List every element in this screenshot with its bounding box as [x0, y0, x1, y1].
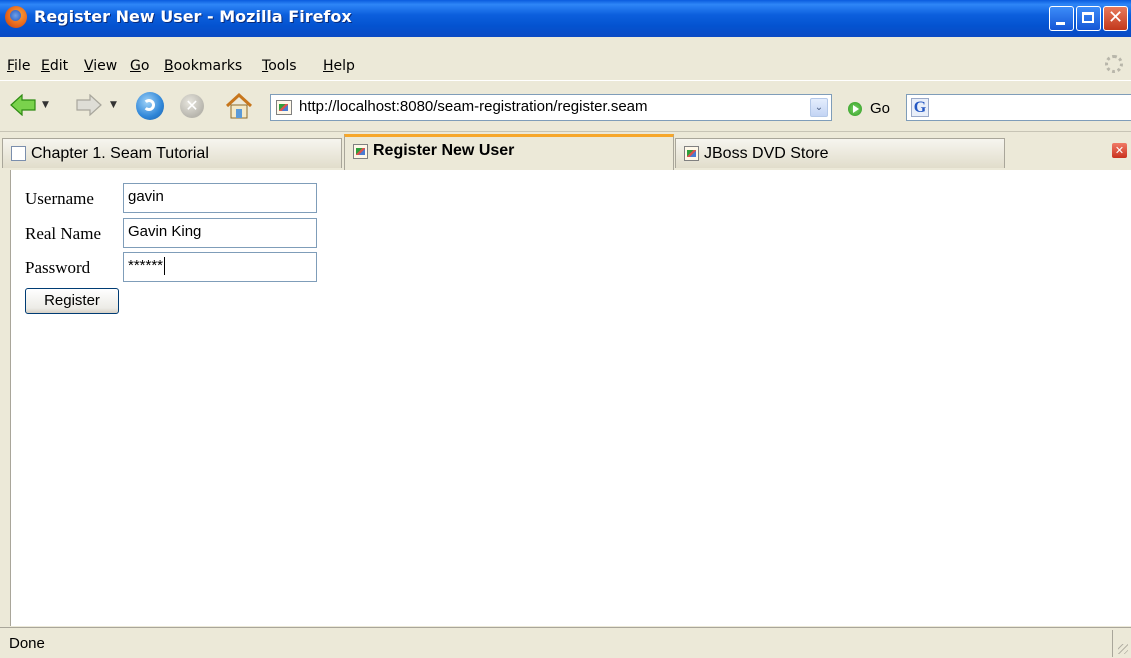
home-icon[interactable]	[224, 92, 254, 120]
browser-window: Register New User - Mozilla Firefox ✕ Fi…	[0, 0, 1131, 658]
close-tab-icon[interactable]: ✕	[1112, 143, 1127, 158]
back-history-dropdown[interactable]: ▼	[42, 100, 49, 110]
stop-icon[interactable]: ✕	[180, 94, 204, 118]
realname-label: Real Name	[25, 224, 101, 243]
username-label: Username	[25, 189, 94, 208]
image-icon	[684, 146, 699, 161]
resize-grip-icon[interactable]	[1118, 644, 1128, 654]
url-text[interactable]: http://localhost:8080/seam-registration/…	[299, 98, 648, 115]
tab-chapter-1-seam-tutorial[interactable]: Chapter 1. Seam Tutorial	[2, 138, 342, 168]
menu-view[interactable]: View	[84, 58, 117, 74]
image-icon	[353, 144, 368, 159]
close-icon: ✕	[1107, 7, 1124, 28]
search-box[interactable]: G	[906, 94, 1131, 121]
menu-bar: File Edit View Go Bookmarks Tools Help	[0, 53, 1131, 79]
navigation-toolbar: ▼ ▼ ✕ http://localhost:8080/seam-registr…	[0, 84, 1131, 130]
menu-go[interactable]: Go	[130, 58, 149, 74]
status-panel-divider	[1112, 630, 1113, 657]
back-arrow-icon[interactable]	[10, 94, 36, 116]
tab-bar: Chapter 1. Seam Tutorial Register New Us…	[0, 131, 1131, 171]
forward-history-dropdown[interactable]: ▼	[110, 100, 117, 110]
menu-help[interactable]: Help	[323, 58, 355, 74]
minimize-button[interactable]	[1049, 6, 1074, 31]
title-bar[interactable]: Register New User - Mozilla Firefox ✕	[0, 0, 1131, 37]
text-caret	[164, 257, 166, 276]
go-arrow-icon[interactable]	[848, 102, 862, 116]
close-window-button[interactable]: ✕	[1103, 6, 1128, 31]
toolbar-divider	[0, 80, 1131, 81]
minimize-icon	[1056, 22, 1065, 25]
google-search-engine-icon[interactable]: G	[911, 98, 929, 117]
tab-register-new-user[interactable]: Register New User	[344, 134, 674, 170]
password-label: Password	[25, 258, 91, 277]
realname-field[interactable]: Gavin King	[123, 218, 317, 248]
forward-arrow-icon[interactable]	[76, 94, 102, 116]
register-button[interactable]: Register	[25, 288, 119, 314]
page-content: Username gavin Real Name Gavin King Pass…	[10, 170, 1131, 626]
go-button[interactable]: Go	[870, 100, 890, 117]
reload-icon[interactable]	[136, 92, 164, 120]
maximize-icon	[1082, 12, 1094, 23]
menu-edit[interactable]: Edit	[41, 58, 68, 74]
tab-jboss-dvd-store[interactable]: JBoss DVD Store	[675, 138, 1005, 168]
status-bar: Done	[0, 627, 1131, 658]
url-bar[interactable]: http://localhost:8080/seam-registration/…	[270, 94, 832, 121]
window-title: Register New User - Mozilla Firefox	[34, 7, 352, 26]
throbber-icon	[1105, 55, 1123, 73]
url-history-dropdown[interactable]: ⌄	[810, 98, 828, 117]
menu-file[interactable]: File	[7, 58, 30, 74]
site-favicon-icon	[276, 100, 292, 115]
firefox-logo-icon	[5, 6, 27, 28]
menu-tools[interactable]: Tools	[262, 58, 297, 74]
password-field[interactable]: ******	[123, 252, 317, 282]
username-field[interactable]: gavin	[123, 183, 317, 213]
page-icon	[11, 146, 26, 161]
menu-bookmarks[interactable]: Bookmarks	[164, 58, 242, 74]
status-text: Done	[9, 635, 45, 652]
maximize-button[interactable]	[1076, 6, 1101, 31]
